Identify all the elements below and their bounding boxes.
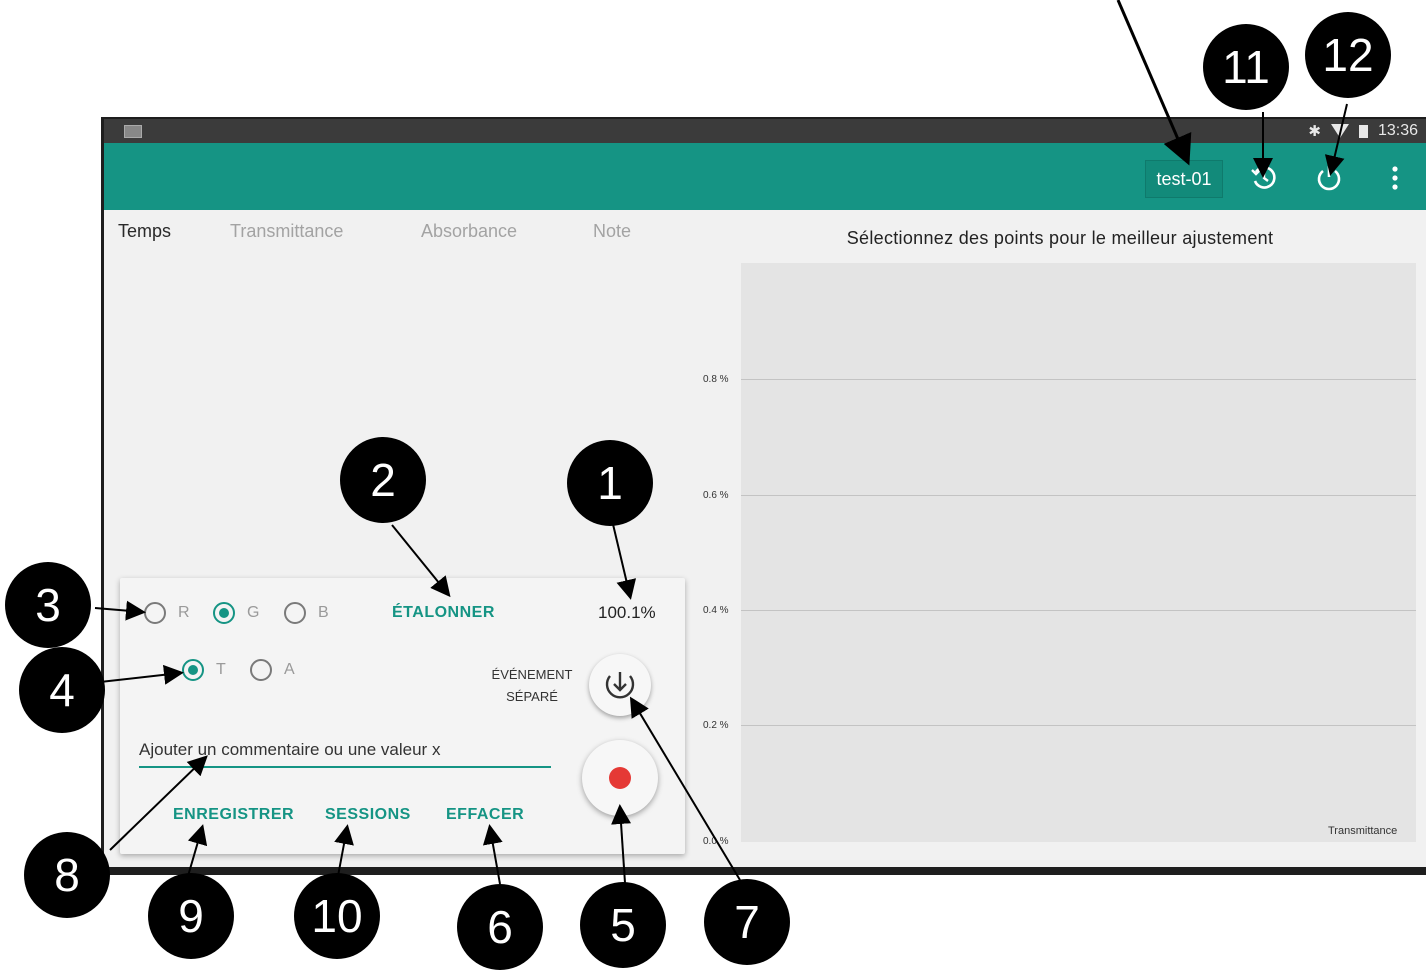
- callout-7: 7: [704, 879, 790, 965]
- callout-2: 2: [340, 437, 426, 523]
- callout-5: 5: [580, 882, 666, 968]
- callout-9: 9: [148, 873, 234, 959]
- callout-10: 10: [294, 873, 380, 959]
- callout-1: 1: [567, 440, 653, 526]
- callout-arrows: [94, 0, 1348, 885]
- callout-11: 11: [1203, 24, 1289, 110]
- callout-4: 4: [19, 647, 105, 733]
- callout-6: 6: [457, 884, 543, 970]
- callout-3: 3: [5, 562, 91, 648]
- callout-12: 12: [1305, 12, 1391, 98]
- callout-8: 8: [24, 832, 110, 918]
